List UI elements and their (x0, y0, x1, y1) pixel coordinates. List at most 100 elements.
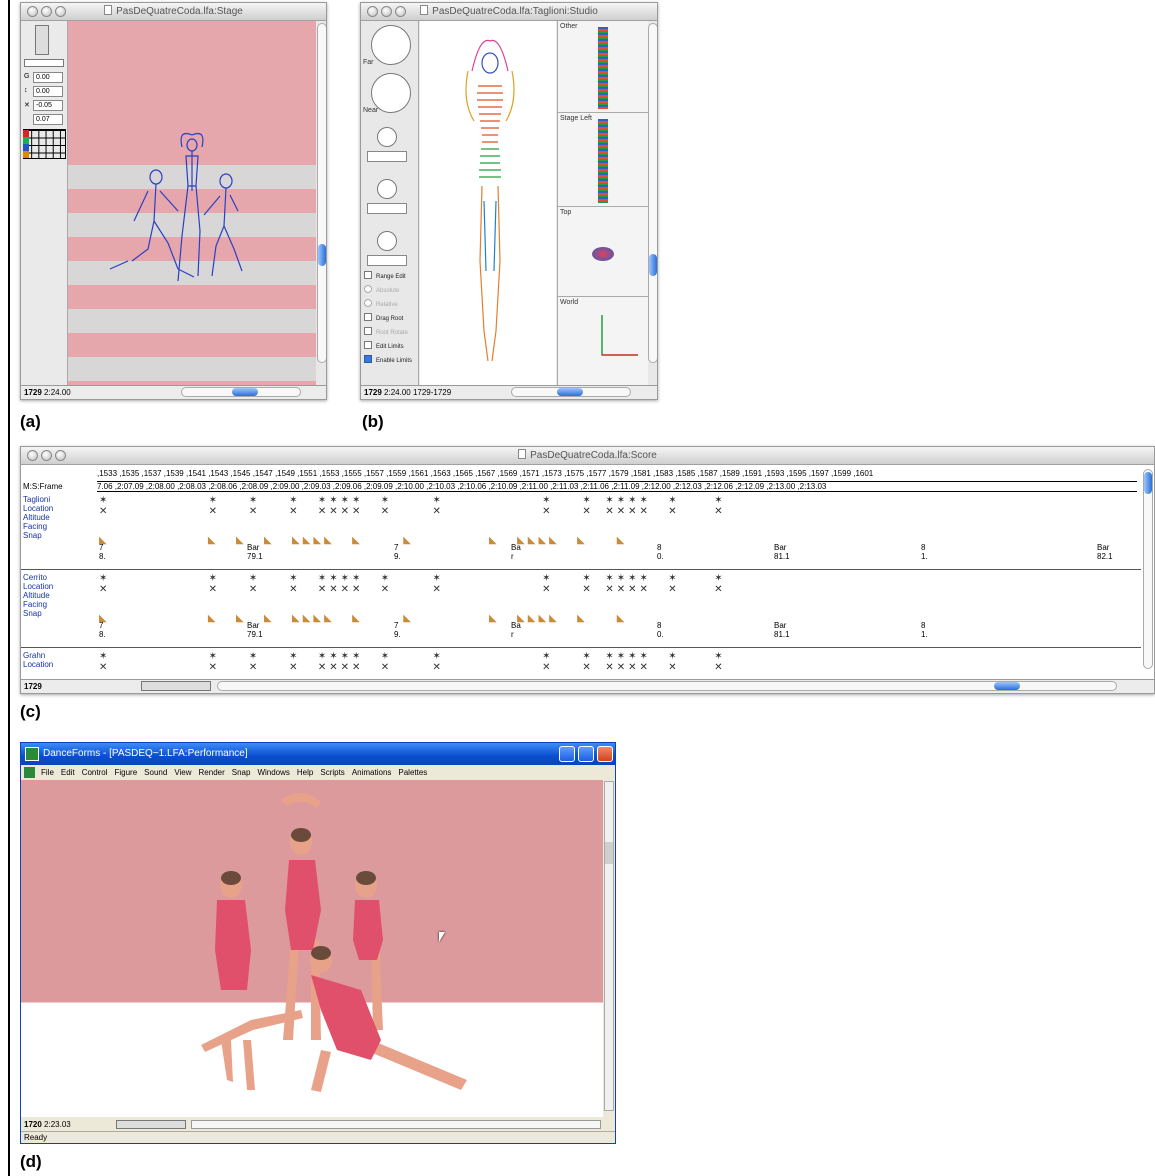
close-button[interactable] (597, 746, 613, 762)
menu-scripts[interactable]: Scripts (320, 768, 344, 777)
radio-circle[interactable] (364, 299, 372, 307)
x-rotation-dial[interactable] (377, 127, 397, 147)
track-taglioni-altitude[interactable]: Altitude (23, 513, 50, 522)
score-horizontal-thumb[interactable] (994, 682, 1020, 690)
x-rotation-field[interactable] (367, 151, 407, 162)
performance-vertical-scrollbar[interactable] (604, 781, 614, 1111)
drag-root-checkbox[interactable]: Drag Root (364, 313, 403, 325)
radio-circle[interactable] (364, 285, 372, 293)
studio-vertical-scrollbar[interactable] (648, 23, 657, 363)
stage-horizontal-thumb[interactable] (232, 388, 258, 396)
view-world[interactable]: World (558, 297, 648, 387)
vertical-field[interactable]: 0.00 (33, 86, 63, 97)
zoom-icon[interactable] (55, 6, 66, 17)
checkbox-box[interactable] (364, 327, 372, 335)
enable-limits-checkbox[interactable]: Enable Limits (364, 355, 412, 367)
range-edit-checkbox[interactable]: Range Edit (364, 271, 406, 283)
minimize-button[interactable] (559, 746, 575, 762)
close-icon[interactable] (27, 6, 38, 17)
stage-vertical-scrollbar[interactable] (317, 23, 326, 363)
track-cerrito-altitude[interactable]: Altitude (23, 591, 50, 600)
frame-number-ruler: ,1533 ,1535 ,1537 ,1539 ,1541 ,1543 ,154… (97, 469, 874, 478)
menu-windows[interactable]: Windows (257, 768, 289, 777)
studio-time: 2:24.00 1729-1729 (384, 388, 452, 397)
ready-status: Ready (24, 1133, 48, 1142)
menu-figure[interactable]: Figure (114, 768, 137, 777)
menu-file[interactable]: File (41, 768, 54, 777)
track-taglioni-snap[interactable]: Snap (23, 531, 42, 540)
far-dial[interactable] (371, 25, 411, 65)
performance-horizontal-scrollbar[interactable] (191, 1120, 601, 1129)
stage-vertical-thumb[interactable] (318, 244, 326, 266)
studio-horizontal-thumb[interactable] (557, 388, 583, 396)
y-rotation-field[interactable] (367, 203, 407, 214)
menu-snap[interactable]: Snap (232, 768, 251, 777)
menu-render[interactable]: Render (199, 768, 225, 777)
camera-slider[interactable] (35, 25, 49, 55)
track-cerrito-facing[interactable]: Facing (23, 600, 47, 609)
z-rotation-field[interactable] (367, 255, 407, 266)
track-taglioni-facing[interactable]: Facing (23, 522, 47, 531)
studio-title-bar[interactable]: PasDeQuatreCoda.lfa:Taglioni:Studio (361, 3, 657, 21)
y-rotation-dial[interactable] (377, 179, 397, 199)
close-icon[interactable] (27, 450, 38, 461)
bar-label: r (511, 552, 514, 561)
track-grahn-location[interactable]: Location (23, 660, 53, 669)
score-vertical-scrollbar[interactable] (1143, 469, 1153, 669)
z-rotation-dial[interactable] (377, 231, 397, 251)
menu-control[interactable]: Control (82, 768, 108, 777)
dancer-name-taglioni[interactable]: Taglioni (23, 495, 50, 504)
stage-title-bar[interactable]: PasDeQuatreCoda.lfa:Stage (21, 3, 326, 21)
menu-sound[interactable]: Sound (144, 768, 167, 777)
rotate-field[interactable]: 0.00 (33, 72, 63, 83)
layer-grid[interactable] (23, 129, 66, 159)
relative-radio[interactable]: Relative (364, 299, 398, 311)
dancer-name-cerrito[interactable]: Cerrito (23, 573, 47, 582)
view-stage-left[interactable]: Stage Left (558, 113, 648, 207)
track-cerrito-location[interactable]: Location (23, 582, 53, 591)
performance-vertical-thumb[interactable] (605, 842, 613, 864)
menu-help[interactable]: Help (297, 768, 313, 777)
view-other[interactable]: Other (558, 21, 648, 113)
scale-field[interactable]: 0.07 (33, 114, 63, 125)
maximize-button[interactable] (578, 746, 594, 762)
checkbox-box[interactable] (364, 271, 372, 279)
root-rotate-checkbox[interactable]: Root Rotate (364, 327, 408, 339)
zoom-icon[interactable] (55, 450, 66, 461)
edit-limits-checkbox[interactable]: Edit Limits (364, 341, 404, 353)
score-track-area[interactable]: Taglioni Location Altitude Facing Snap ✶… (21, 495, 1141, 677)
pan-slider[interactable] (24, 59, 64, 67)
horizontal-field[interactable]: -0.05 (33, 100, 63, 111)
score-zoom-control[interactable] (141, 681, 211, 691)
stage-horizontal-scrollbar[interactable] (181, 387, 301, 397)
minimize-icon[interactable] (41, 450, 52, 461)
menu-palettes[interactable]: Palettes (398, 768, 427, 777)
view-top[interactable]: Top (558, 207, 648, 297)
score-vertical-thumb[interactable] (1144, 472, 1152, 494)
performance-viewport[interactable] (21, 780, 603, 1117)
checkbox-box[interactable] (364, 341, 372, 349)
studio-vertical-thumb[interactable] (649, 254, 657, 276)
score-title-bar[interactable]: PasDeQuatreCoda.lfa:Score (21, 447, 1154, 465)
performance-zoom-control[interactable] (116, 1120, 186, 1129)
stage-viewport[interactable] (68, 21, 316, 387)
menu-edit[interactable]: Edit (61, 768, 75, 777)
close-icon[interactable] (367, 6, 378, 17)
performance-title-bar[interactable]: DanceForms - [PASDEQ~1.LFA:Performance] (21, 743, 615, 765)
dancer-name-grahn[interactable]: Grahn (23, 651, 45, 660)
absolute-radio[interactable]: Absolute (364, 285, 399, 297)
zoom-icon[interactable] (395, 6, 406, 17)
score-horizontal-scrollbar[interactable] (217, 681, 1117, 691)
checkmark-icon[interactable] (364, 355, 372, 363)
menu-animations[interactable]: Animations (352, 768, 392, 777)
document-icon (24, 767, 35, 778)
checkbox-box[interactable] (364, 313, 372, 321)
track-cerrito-snap[interactable]: Snap (23, 609, 42, 618)
window-controls[interactable] (27, 450, 69, 468)
studio-horizontal-scrollbar[interactable] (511, 387, 631, 397)
minimize-icon[interactable] (381, 6, 392, 17)
minimize-icon[interactable] (41, 6, 52, 17)
track-taglioni-location[interactable]: Location (23, 504, 53, 513)
menu-view[interactable]: View (174, 768, 191, 777)
studio-main-view[interactable] (420, 21, 556, 387)
